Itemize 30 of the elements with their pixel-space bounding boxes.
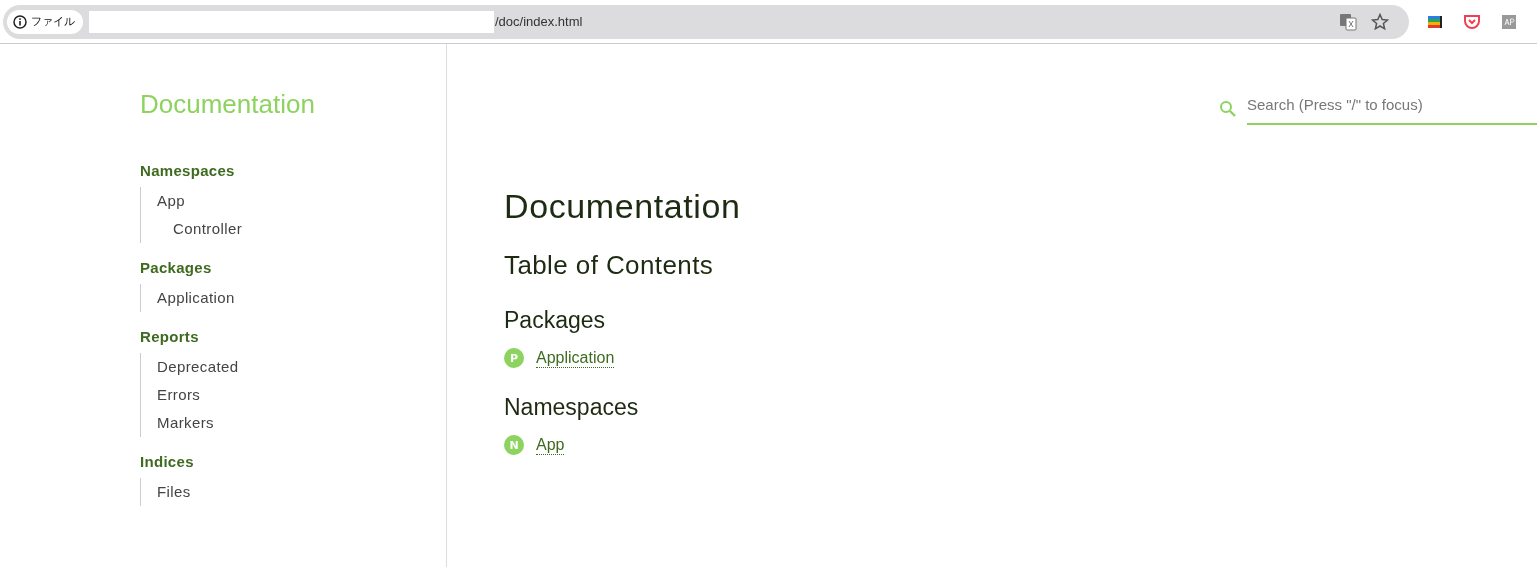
page-title: Documentation <box>504 187 742 226</box>
section-heading: Packages <box>140 259 212 276</box>
site-info-chip[interactable]: ファイル <box>7 9 83 34</box>
pocket-icon[interactable] <box>1463 12 1481 31</box>
info-icon <box>13 14 27 29</box>
group-heading: Namespaces <box>504 394 640 421</box>
extension-icon[interactable] <box>1501 13 1517 30</box>
section-heading: Reports <box>140 328 199 345</box>
sidebar-link[interactable]: Files <box>157 483 191 500</box>
section-heading: Indices <box>140 453 194 470</box>
sidebar-link[interactable]: Markers <box>157 414 214 431</box>
type-badge: N <box>504 435 524 455</box>
section-heading: Namespaces <box>140 162 235 179</box>
scheme-label: ファイル <box>31 14 75 29</box>
type-badge: P <box>504 348 524 368</box>
search-icon <box>1219 99 1237 118</box>
toc-title: Table of Contents <box>504 250 715 281</box>
sidebar-link[interactable]: Controller <box>173 220 243 237</box>
stacked-bars-icon[interactable] <box>1427 13 1443 30</box>
sidebar-link[interactable]: Errors <box>157 386 201 403</box>
sidebar-link[interactable]: Deprecated <box>157 358 239 375</box>
address-bar[interactable]: ファイル /doc/index.html <box>3 4 1409 39</box>
star-icon[interactable] <box>1371 12 1389 31</box>
url-text: /doc/index.html <box>495 14 583 29</box>
group-heading: Packages <box>504 307 606 334</box>
sidebar-link[interactable]: Application <box>157 289 235 306</box>
doc-link[interactable]: Application <box>536 348 615 368</box>
translate-icon[interactable] <box>1339 12 1357 31</box>
doc-link[interactable]: App <box>536 435 565 455</box>
sidebar-link[interactable]: App <box>157 192 185 209</box>
